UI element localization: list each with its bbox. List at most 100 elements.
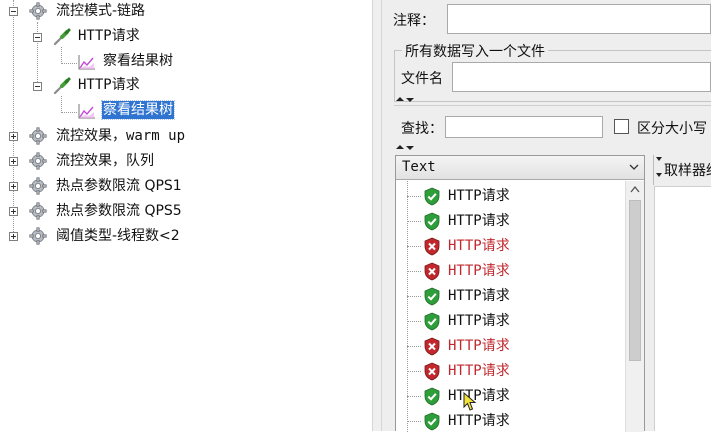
result-label: HTTP请求	[448, 213, 510, 229]
error-shield-icon	[423, 237, 441, 256]
result-row[interactable]: HTTP请求	[396, 259, 625, 284]
write-to-file-title: 所有数据写入一个文件	[402, 41, 548, 61]
tab-sampler-result-label: 取样器结	[664, 163, 711, 179]
tree-item-hot-param-qps5[interactable]: 热点参数限流 QPS5	[0, 200, 372, 222]
sampler-result-body	[654, 186, 711, 431]
error-shield-icon	[423, 337, 441, 356]
collapse-toggle[interactable]	[9, 7, 18, 16]
divider	[394, 105, 711, 106]
comment-label: 注释：	[393, 13, 435, 29]
collapse-arrow-up[interactable]	[396, 97, 404, 101]
result-label: HTTP请求	[448, 188, 510, 204]
gear-icon	[29, 127, 47, 145]
collapse-arrow-down[interactable]	[406, 146, 414, 150]
gear-icon	[29, 227, 47, 245]
collapse-toggle[interactable]	[33, 82, 42, 91]
tree-item-threshold-thread-count[interactable]: 阈值类型-线程数<2	[0, 225, 372, 247]
tree-item-http-request[interactable]: HTTP请求	[0, 26, 372, 48]
graph-icon	[78, 54, 96, 70]
tree-line	[407, 296, 421, 297]
tree-line	[407, 346, 421, 347]
result-label: HTTP请求	[448, 238, 510, 254]
tree-line	[407, 271, 421, 272]
result-row[interactable]: HTTP请求	[396, 234, 625, 259]
results-tree-config-panel: 注释： 所有数据写入一个文件 文件名 查找： 区分大小写 Text HTTP请求…	[382, 0, 711, 434]
error-shield-icon	[423, 362, 441, 381]
pipette-icon	[52, 75, 72, 95]
result-label: HTTP请求	[448, 263, 510, 279]
tree-line	[407, 196, 421, 197]
result-label: HTTP请求	[448, 413, 510, 429]
result-row[interactable]: HTTP请求	[396, 284, 625, 309]
renderer-select[interactable]: Text	[396, 156, 644, 180]
result-label: HTTP请求	[448, 288, 510, 304]
gear-icon	[29, 202, 47, 220]
expand-toggle[interactable]	[9, 182, 18, 191]
search-label: 查找：	[401, 121, 443, 137]
tree-item-view-results-tree-selected[interactable]: 察看结果树	[0, 100, 372, 122]
filename-field[interactable]	[452, 62, 711, 92]
results-scrollbar[interactable]	[625, 181, 644, 432]
filename-label: 文件名	[401, 71, 443, 87]
tree-item-label: 热点参数限流 QPS1	[56, 178, 182, 194]
success-shield-icon	[423, 412, 441, 431]
collapse-arrow-up[interactable]	[396, 145, 404, 149]
tree-item-flow-mode-chain[interactable]: 流控模式-链路	[0, 1, 372, 23]
result-row[interactable]: HTTP请求	[396, 409, 625, 434]
tree-item-flow-effect-warmup[interactable]: 流控效果，warm up	[0, 125, 372, 147]
gear-icon	[29, 177, 47, 195]
panel-splitter[interactable]	[372, 0, 382, 431]
tree-line	[407, 321, 421, 322]
tab-marker-icon	[656, 157, 662, 161]
collapse-toggle[interactable]	[33, 33, 42, 42]
test-plan-tree: 流控模式-链路 HTTP请求 察看结果树 HTTP请求 察看结果树 流控效果，w…	[0, 0, 372, 431]
case-sensitive-checkbox[interactable]	[614, 119, 629, 134]
collapse-arrow-down[interactable]	[406, 98, 414, 102]
comment-field[interactable]	[447, 4, 711, 34]
mouse-cursor-icon	[463, 391, 477, 412]
success-shield-icon	[423, 187, 441, 206]
tree-item-hot-param-qps1[interactable]: 热点参数限流 QPS1	[0, 175, 372, 197]
tree-line	[407, 246, 421, 247]
result-row[interactable]: HTTP请求	[396, 334, 625, 359]
tree-item-label: HTTP请求	[78, 77, 140, 93]
result-row[interactable]: HTTP请求	[396, 184, 625, 209]
tree-item-label: 察看结果树	[103, 53, 173, 69]
error-shield-icon	[423, 262, 441, 281]
tree-line	[407, 421, 421, 422]
expand-toggle[interactable]	[9, 232, 18, 241]
tab-marker-icon	[656, 173, 662, 177]
tab-sampler-result[interactable]: 取样器结	[653, 155, 711, 185]
tree-item-label: 流控效果，队列	[56, 153, 154, 169]
result-label: HTTP请求	[448, 363, 510, 379]
tree-item-label: HTTP请求	[78, 28, 140, 44]
result-label: HTTP请求	[448, 338, 510, 354]
graph-icon	[78, 103, 96, 119]
tree-item-http-request[interactable]: HTTP请求	[0, 75, 372, 97]
tree-line	[407, 396, 421, 397]
search-input[interactable]	[445, 116, 603, 138]
tree-item-label: 流控效果，warm up	[56, 128, 186, 144]
tree-line	[407, 221, 421, 222]
chevron-down-icon	[628, 161, 640, 173]
result-label: HTTP请求	[448, 313, 510, 329]
scroll-up-arrow-icon[interactable]	[626, 181, 644, 198]
result-row[interactable]: HTTP请求	[396, 309, 625, 334]
results-list-panel: Text HTTP请求 HTTP请求 HTTP请求 HTTP请求 HTTP请求 …	[395, 155, 645, 434]
gear-icon	[29, 2, 47, 20]
tree-item-flow-effect-queue[interactable]: 流控效果，队列	[0, 150, 372, 172]
gear-icon	[29, 152, 47, 170]
result-row[interactable]: HTTP请求	[396, 359, 625, 384]
pipette-icon	[52, 26, 72, 46]
tree-item-label: 热点参数限流 QPS5	[56, 203, 182, 219]
expand-toggle[interactable]	[9, 207, 18, 216]
result-row[interactable]: HTTP请求	[396, 384, 625, 409]
result-row[interactable]: HTTP请求	[396, 209, 625, 234]
expand-toggle[interactable]	[9, 157, 18, 166]
tree-item-label: 阈值类型-线程数<2	[56, 228, 180, 244]
tree-item-label: 流控模式-链路	[56, 3, 146, 19]
tree-item-view-results-tree[interactable]: 察看结果树	[0, 51, 372, 73]
scrollbar-thumb[interactable]	[629, 200, 641, 361]
expand-toggle[interactable]	[9, 132, 18, 141]
success-shield-icon	[423, 287, 441, 306]
